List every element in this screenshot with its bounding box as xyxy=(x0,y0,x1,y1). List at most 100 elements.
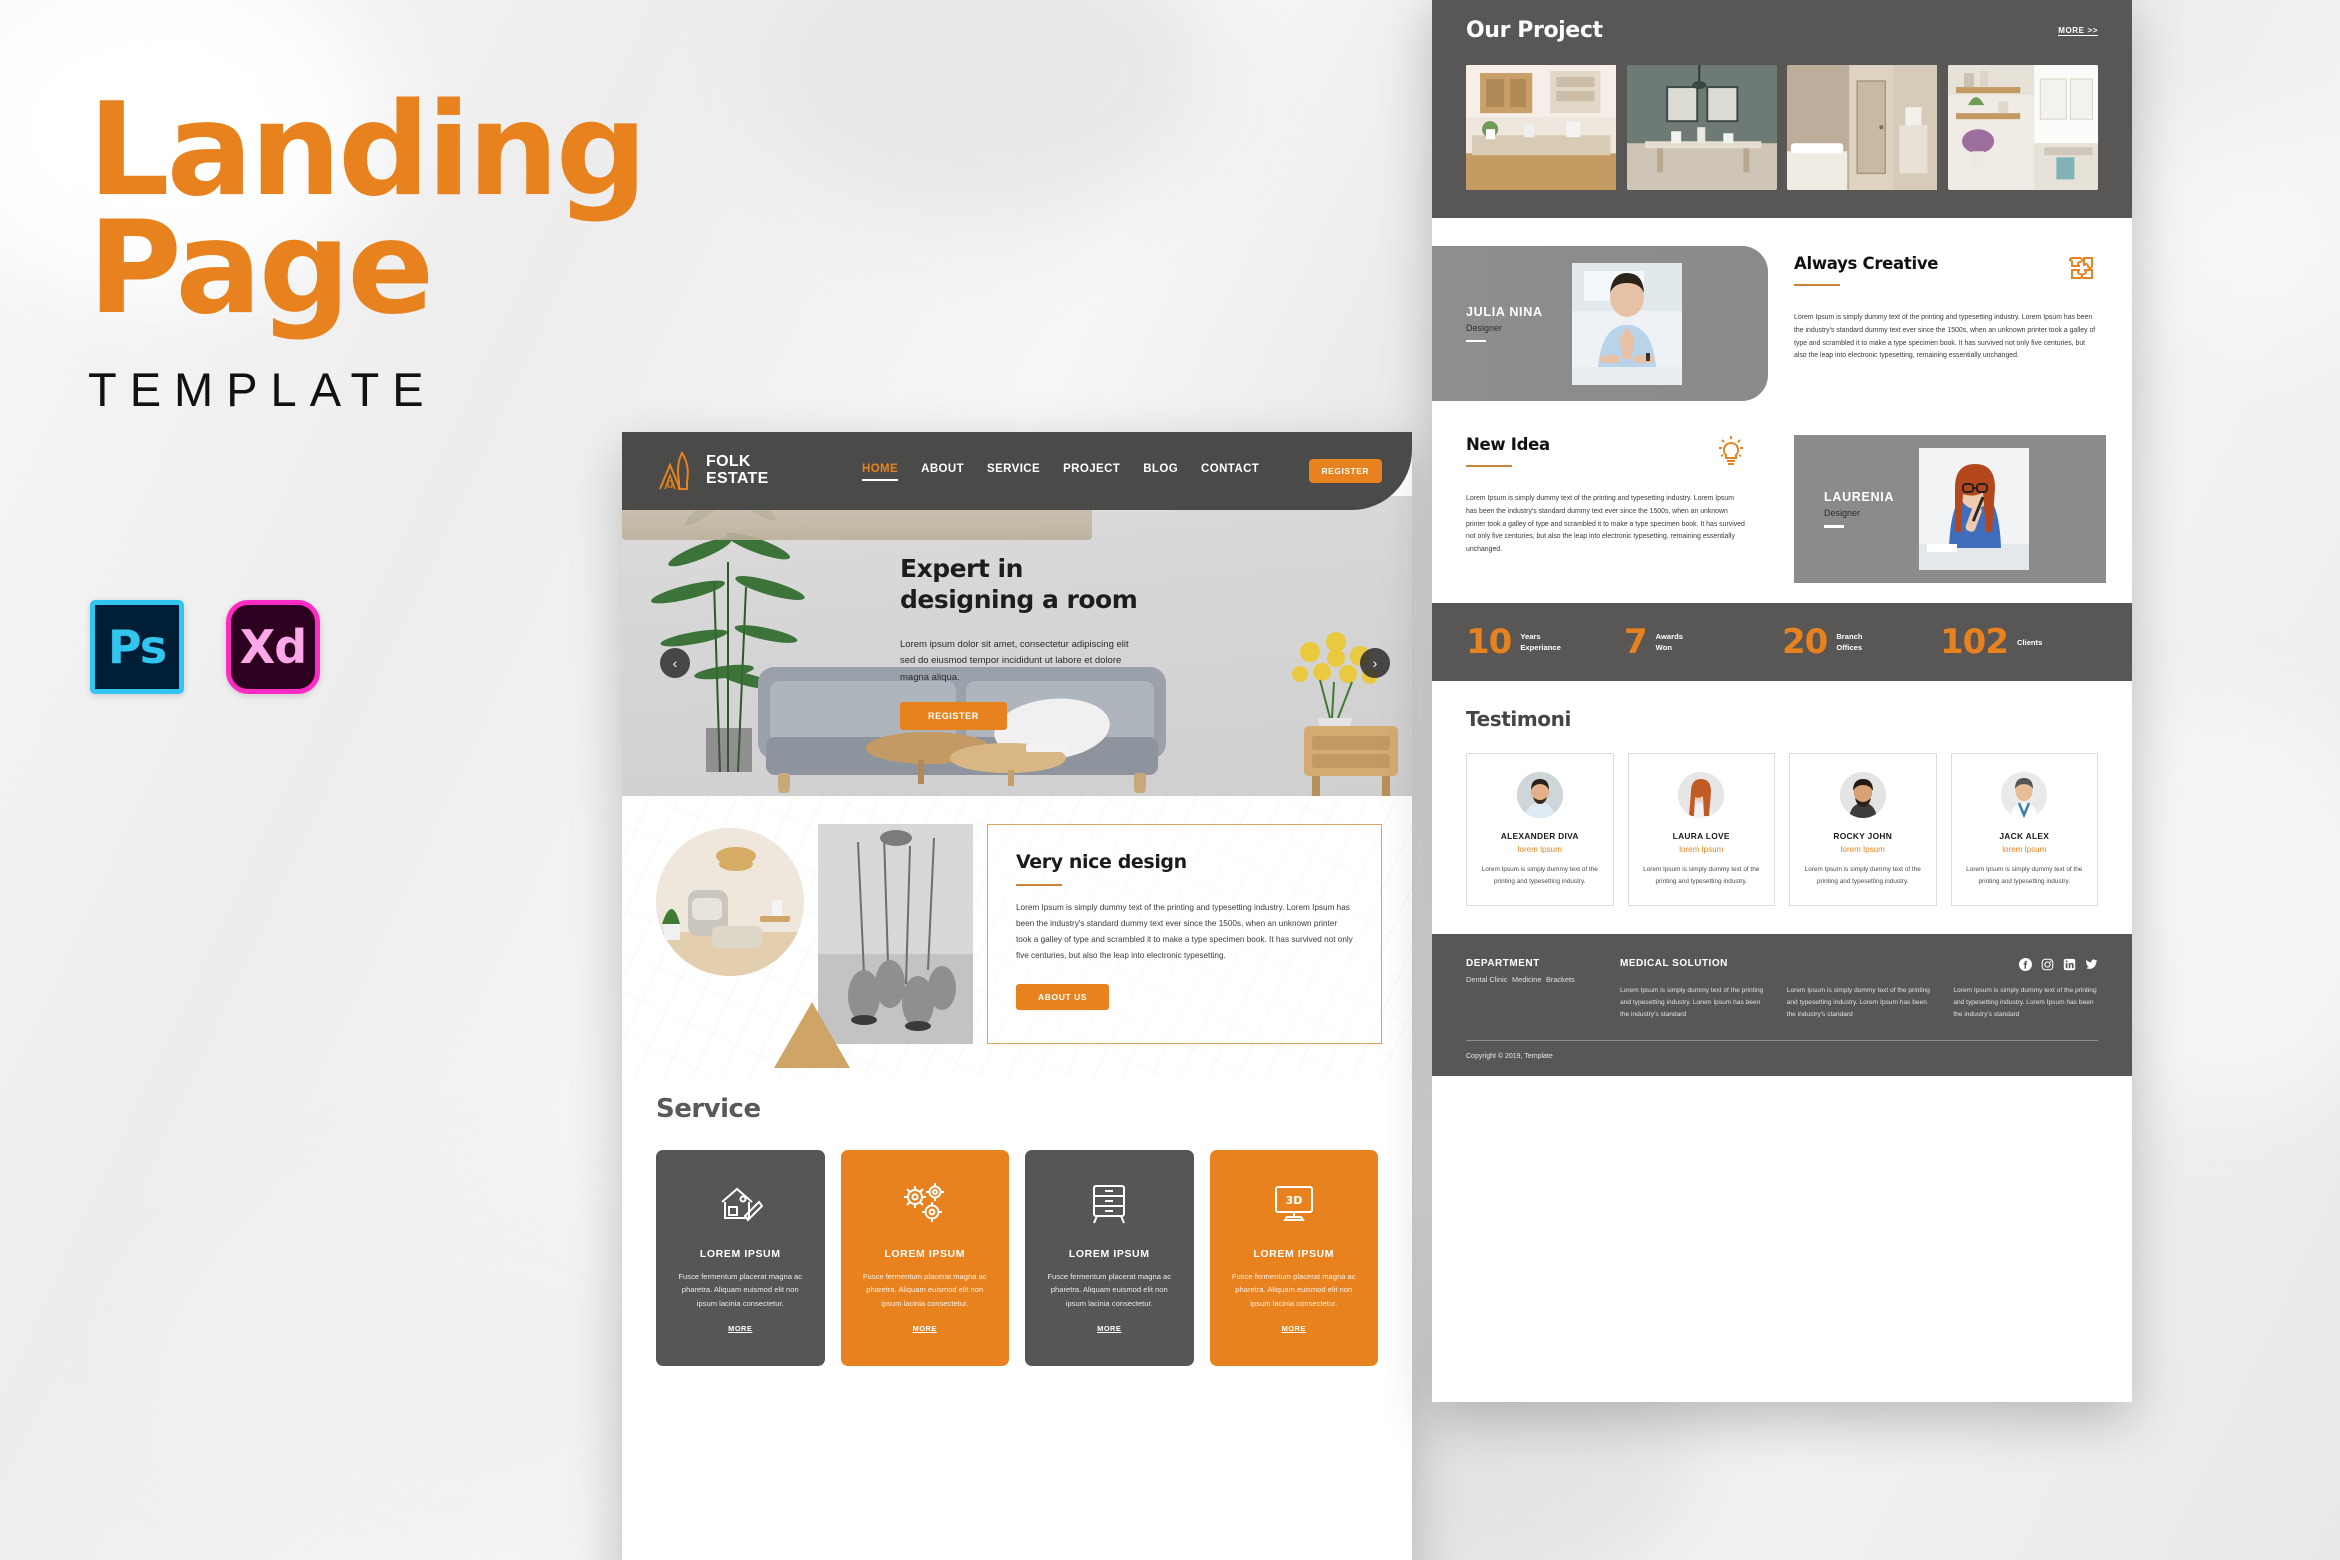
service-card-4-desc: Fusce fermentum placerat magna ac pharet… xyxy=(1231,1272,1356,1308)
footer-link-medicine[interactable]: Medicine xyxy=(1512,975,1542,984)
always-creative-title: Always Creative xyxy=(1794,254,1939,273)
testimoni-section: Testimoni ALEXANDER DIVA lorem Ipsum Lor… xyxy=(1432,681,2132,935)
service-card-1-more[interactable]: MORE xyxy=(728,1324,752,1333)
service-card-3-more[interactable]: MORE xyxy=(1097,1324,1121,1333)
footer-department-col: DEPARTMENT Dental Clinic Medicine Bracke… xyxy=(1466,958,1594,1022)
register-button-hero[interactable]: REGISTER xyxy=(900,701,1007,730)
testimoni-title: Testimoni xyxy=(1466,707,1571,731)
testimoni-card-list: ALEXANDER DIVA lorem Ipsum Lorem Ipsum i… xyxy=(1466,753,2098,907)
testimoni-3-name: ROCKY JOHN xyxy=(1833,831,1893,841)
hero-copy: Expert in designing a room Lorem ipsum d… xyxy=(900,554,1230,730)
testimoni-card-1[interactable]: ALEXANDER DIVA lorem Ipsum Lorem Ipsum i… xyxy=(1466,753,1614,907)
project-thumb-kitchen[interactable] xyxy=(1466,65,1617,190)
creative-underline-decor xyxy=(1794,284,1840,286)
very-nice-design-title: Very nice design xyxy=(1016,851,1187,873)
main-navigation: HOME ABOUT SERVICE PROJECT BLOG CONTACT xyxy=(862,463,1259,481)
footer-link-brackets[interactable]: Brackets xyxy=(1546,975,1575,984)
new-idea-text: Lorem Ipsum is simply dummy text of the … xyxy=(1466,495,1745,554)
project-thumb-shelves[interactable] xyxy=(1947,65,2099,190)
service-section: Service LOREM IPSUM Fusce fermentum plac… xyxy=(622,1076,1412,1366)
service-card-3-title: LOREM IPSUM xyxy=(1068,1248,1150,1260)
footer-medical-col: MEDICAL SOLUTION Lorem Ipsum is simply d… xyxy=(1620,958,2098,1022)
always-creative-section: JULIA NINA Designer Always Creative Lore… xyxy=(1432,218,2132,411)
copyright-text: Copyright © 2019, Template xyxy=(1466,1052,1553,1060)
testimoni-3-sub: lorem Ipsum xyxy=(1840,845,1885,854)
project-thumbnail-grid xyxy=(1466,65,2098,190)
stat-clients: 102 Clients xyxy=(1940,625,2098,659)
about-us-button[interactable]: ABOUT US xyxy=(1016,983,1110,1010)
our-project-more-link[interactable]: MORE >> xyxy=(2058,26,2098,36)
instagram-icon[interactable] xyxy=(2041,958,2054,971)
page-title: Landing Page xyxy=(88,87,708,332)
hero-prev-button[interactable]: ‹ xyxy=(660,648,690,678)
testimoni-card-2[interactable]: LAURA LOVE lorem Ipsum Lorem Ipsum is si… xyxy=(1627,753,1775,907)
service-card-1-title: LOREM IPSUM xyxy=(699,1248,781,1260)
nav-item-blog[interactable]: BLOG xyxy=(1143,463,1178,480)
nav-item-project[interactable]: PROJECT xyxy=(1063,463,1120,480)
service-card-3-desc: Fusce fermentum placerat magna ac pharet… xyxy=(1047,1272,1172,1308)
landing-page-mockup-back: Our Project MORE >> JULIA NINA Designer … xyxy=(1432,0,2132,1402)
stat-branch-value: 20 xyxy=(1782,622,1828,662)
house-design-icon xyxy=(672,1176,809,1230)
nav-item-contact[interactable]: CONTACT xyxy=(1201,463,1259,480)
register-button-nav[interactable]: REGISTER xyxy=(1308,459,1382,483)
laurenia-role: Designer xyxy=(1824,508,1861,519)
service-card-2-more[interactable]: MORE xyxy=(913,1324,937,1333)
stat-years-label: Years Experiance xyxy=(1520,632,1561,652)
service-card-4[interactable]: 3D LOREM IPSUM Fusce fermentum placerat … xyxy=(1209,1150,1378,1366)
puzzle-icon xyxy=(2068,257,2093,279)
landing-page-mockup-front: FOLK ESTATE HOME ABOUT SERVICE PROJECT B… xyxy=(622,432,1412,1560)
stat-clients-value: 102 xyxy=(1940,622,2009,662)
service-card-3[interactable]: LOREM IPSUM Fusce fermentum placerat mag… xyxy=(1025,1150,1194,1366)
very-nice-design-section: Very nice design Lorem Ipsum is simply d… xyxy=(622,796,1412,1076)
testimoni-4-sub: lorem Ipsum xyxy=(2002,845,2047,854)
testimoni-2-name: LAURA LOVE xyxy=(1672,831,1730,841)
footer-link-dental[interactable]: Dental Clinic xyxy=(1466,975,1508,984)
project-thumb-bathroom[interactable] xyxy=(1787,65,1938,190)
footer-department-head: DEPARTMENT xyxy=(1466,958,1540,970)
service-card-4-more[interactable]: MORE xyxy=(1282,1324,1306,1333)
service-card-1[interactable]: LOREM IPSUM Fusce fermentum placerat mag… xyxy=(656,1150,825,1366)
testimoni-card-3[interactable]: ROCKY JOHN lorem Ipsum Lorem Ipsum is si… xyxy=(1789,753,1937,907)
linkedin-icon[interactable] xyxy=(2063,958,2076,971)
our-project-section: Our Project MORE >> xyxy=(1432,0,2132,218)
hero-next-button[interactable]: › xyxy=(1360,648,1390,678)
service-card-2-desc: Fusce fermentum placerat magna ac pharet… xyxy=(862,1272,987,1308)
social-links xyxy=(2019,958,2098,972)
site-logo[interactable]: FOLK ESTATE xyxy=(656,449,844,493)
stat-years: 10 Years Experiance xyxy=(1466,625,1624,659)
service-card-2[interactable]: LOREM IPSUM Fusce fermentum placerat mag… xyxy=(840,1150,1009,1366)
stat-years-value: 10 xyxy=(1466,622,1512,662)
twitter-icon[interactable] xyxy=(2085,958,2098,971)
hero-body-text: Lorem ipsum dolor sit amet, consectetur … xyxy=(900,639,1129,683)
dresser-icon xyxy=(1041,1176,1178,1230)
xd-badge-label: Xd xyxy=(239,620,307,674)
always-creative-body: Always Creative Lorem Ipsum is simply du… xyxy=(1768,246,2132,363)
facebook-icon[interactable] xyxy=(2019,958,2032,972)
testimoni-card-4[interactable]: JACK ALEX lorem Ipsum Lorem Ipsum is sim… xyxy=(1950,753,2098,907)
site-logo-text: FOLK ESTATE xyxy=(706,453,769,488)
title-underline-decor xyxy=(1016,884,1062,886)
hero-side-table-decor xyxy=(1304,726,1398,796)
julia-name: JULIA NINA xyxy=(1466,304,1543,319)
service-card-1-desc: Fusce fermentum placerat magna ac pharet… xyxy=(678,1272,803,1308)
nav-item-about[interactable]: ABOUT xyxy=(921,463,964,480)
avatar-laura xyxy=(1678,772,1725,818)
new-idea-section: New Idea Lorem Ipsum is simply dummy tex… xyxy=(1432,411,2132,603)
project-thumb-dining[interactable] xyxy=(1626,65,1778,190)
testimoni-2-text: Lorem Ipsum is simply dummy text of the … xyxy=(1643,866,1760,885)
avatar-rocky xyxy=(1839,772,1886,818)
service-card-4-title: LOREM IPSUM xyxy=(1253,1248,1335,1260)
nav-item-service[interactable]: SERVICE xyxy=(987,463,1040,480)
footer-divider xyxy=(1466,1039,2098,1041)
footer-medical-text-1: Lorem Ipsum is simply dummy text of the … xyxy=(1620,987,1764,1019)
nav-item-home[interactable]: HOME xyxy=(862,463,899,481)
laurenia-underline-decor xyxy=(1824,525,1844,528)
svg-text:3D: 3D xyxy=(1285,1194,1302,1207)
stat-clients-label: Clients xyxy=(2016,637,2043,647)
3d-monitor-icon: 3D xyxy=(1226,1176,1363,1230)
folk-estate-logo-icon xyxy=(659,450,689,490)
site-navbar: FOLK ESTATE HOME ABOUT SERVICE PROJECT B… xyxy=(622,432,1412,510)
photoshop-badge-label: Ps xyxy=(107,620,167,674)
avatar-jack xyxy=(2001,772,2048,818)
